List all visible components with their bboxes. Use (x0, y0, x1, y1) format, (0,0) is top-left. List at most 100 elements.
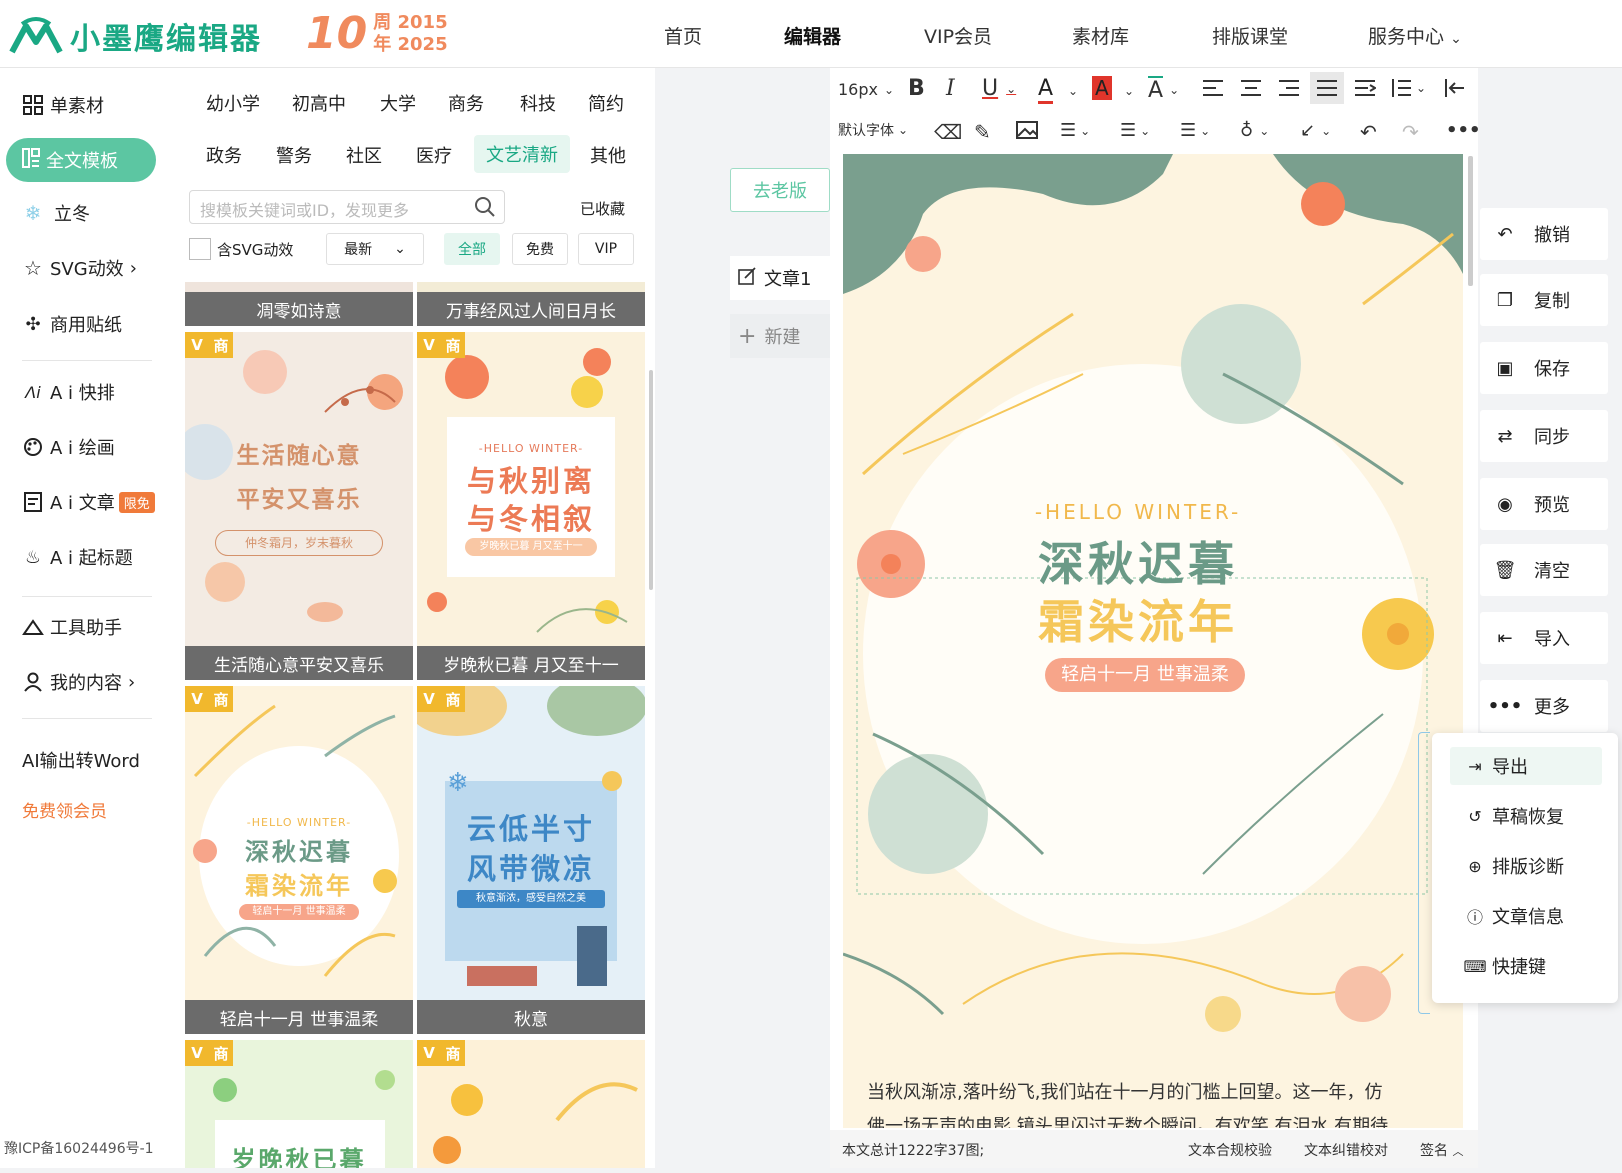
compliance-check-link[interactable]: 文本合规校验 (1188, 1140, 1272, 1160)
category-tab[interactable]: 科技 (520, 90, 556, 116)
menu-item-info[interactable]: ⓘ 文章信息 (1450, 897, 1602, 935)
menu-item-export[interactable]: ⇥ 导出 (1450, 747, 1602, 785)
old-version-button[interactable]: 去老版 (730, 168, 830, 212)
sidebar-item-ai-draw[interactable]: A i 绘画 (22, 432, 115, 462)
redo-icon[interactable]: ↷ (1402, 120, 1419, 144)
document-item[interactable]: 文章1 (730, 256, 830, 300)
category-tab[interactable]: 医疗 (416, 142, 452, 168)
nav-service[interactable]: 服务中心 ⌄ (1368, 22, 1462, 49)
template-caption[interactable]: 秋意 (417, 1000, 645, 1034)
category-tab-active[interactable]: 文艺清新 (474, 135, 570, 173)
more-button[interactable]: ••• 更多 (1480, 680, 1608, 732)
sort-select[interactable]: 最新 ⌄ (326, 233, 424, 265)
nav-vip[interactable]: VIP会员 (924, 22, 992, 49)
image-icon[interactable] (1016, 120, 1038, 140)
menu-item-diagnose[interactable]: ⊕ 排版诊断 (1450, 847, 1602, 885)
chevron-down-icon[interactable]: ⌄ (1068, 84, 1078, 98)
align-justify-icon[interactable] (1310, 72, 1344, 104)
canvas-paragraph-line-1[interactable]: 当秋风渐凉,落叶纷飞,我们站在十一月的门槛上回望。这一年，仿 (867, 1078, 1447, 1104)
sidebar-item-ai-title[interactable]: ♨ A i 起标题 (22, 542, 133, 572)
template-search-input[interactable]: 搜模板关键词或ID，发现更多 (189, 190, 505, 224)
category-tab[interactable]: 商务 (448, 90, 484, 116)
import-button[interactable]: ⇤ 导入 (1480, 612, 1608, 664)
sidebar-item-stickers[interactable]: ✣ 商用贴纸 (22, 309, 122, 339)
template-caption[interactable]: 生活随心意平安又喜乐 (185, 646, 413, 680)
format-brush-icon[interactable]: ✎ (974, 120, 991, 144)
arrow-icon[interactable]: ↙ ⌄ (1300, 120, 1331, 141)
template-card[interactable]: ❄ V商 云低半寸 风带微凉 秋意渐浓，感受自然之美 (417, 686, 645, 1000)
nav-editor[interactable]: 编辑器 (784, 22, 841, 49)
category-tab[interactable]: 社区 (346, 142, 382, 168)
svg-filter-checkbox[interactable]: 含SVG动效 (189, 238, 293, 260)
align-right-icon[interactable] (1278, 78, 1300, 98)
category-tab[interactable]: 初高中 (292, 90, 346, 116)
category-tab[interactable]: 简约 (588, 90, 624, 116)
template-caption[interactable]: 凋零如诗意 (185, 292, 413, 326)
preview-button[interactable]: ◉ 预览 (1480, 478, 1608, 530)
undo-icon[interactable]: ↶ (1360, 120, 1377, 144)
article-canvas[interactable]: -HELLO WINTER- 深秋迟暮 霜染流年 轻启十一月 世事温柔 当秋风渐… (843, 154, 1463, 1128)
template-caption[interactable]: 万事经风过人间日月长 (417, 292, 645, 326)
sidebar-item-tools[interactable]: 工具助手 (22, 612, 122, 642)
menu-item-draft-restore[interactable]: ↺ 草稿恢复 (1450, 797, 1602, 835)
chevron-down-icon[interactable]: ⌄ (1124, 84, 1134, 98)
new-document-button[interactable]: + 新建 (730, 314, 830, 358)
template-card[interactable]: V商 -HELLO WINTER- 深秋迟暮 霜染流年 轻启十一月 世事温柔 (185, 686, 413, 1000)
exit-icon[interactable] (1444, 78, 1466, 98)
sidebar-item-my-content[interactable]: 我的内容 › (22, 667, 135, 697)
eraser-icon[interactable]: ⌫ (934, 120, 962, 144)
category-tab[interactable]: 警务 (276, 142, 312, 168)
sync-button[interactable]: ⇄ 同步 (1480, 410, 1608, 462)
font-color-icon[interactable]: A (1038, 76, 1054, 104)
menu-item-shortcuts[interactable]: ⌨ 快捷键 (1450, 947, 1602, 985)
filter-free[interactable]: 免费 (512, 233, 568, 265)
italic-icon[interactable]: I (946, 76, 955, 101)
signature-toggle[interactable]: 签名 ︿ (1420, 1140, 1463, 1160)
paragraph-spacing-icon[interactable]: ☰ ⌄ (1060, 120, 1090, 141)
font-size-select[interactable]: 16px ⌄ (838, 80, 894, 99)
nav-home[interactable]: 首页 (664, 22, 702, 49)
save-button[interactable]: ▣ 保存 (1480, 342, 1608, 394)
category-tab[interactable]: 幼小学 (206, 90, 260, 116)
filter-all[interactable]: 全部 (444, 233, 500, 265)
sidebar-item-single[interactable]: 单素材 (22, 90, 104, 120)
align-center-icon[interactable] (1240, 78, 1262, 98)
margin-icon[interactable]: ☰ ⌄ (1180, 120, 1210, 141)
divider-icon[interactable]: ☰ ⌄ (1120, 120, 1150, 141)
template-card[interactable]: V商 -HELLO WINTER- 与秋别离 与冬相叙 岁晚秋已暮 月又至十一 (417, 332, 645, 646)
proofread-link[interactable]: 文本纠错校对 (1304, 1140, 1388, 1160)
category-tab[interactable]: 大学 (380, 90, 416, 116)
more-icon[interactable]: ••• (1446, 120, 1481, 141)
template-card[interactable]: V商 岁晚秋已暮 (185, 1040, 413, 1168)
undo-button[interactable]: ↶ 撤销 (1480, 208, 1608, 260)
sidebar-item-svg[interactable]: ☆ SVG动效 › (22, 253, 137, 283)
brand-logo[interactable]: 小墨鹰编辑器 (8, 14, 262, 58)
underline-icon[interactable]: U ⌄ (982, 76, 1016, 101)
icp-record[interactable]: 豫ICP备16024496号-1 (4, 1138, 154, 1158)
template-card[interactable]: V商 生活随心意 平安又喜乐 仲冬霜月，岁末暮秋 (185, 332, 413, 646)
sidebar-item-full-template[interactable]: 全文模板 (6, 138, 156, 182)
category-tab[interactable]: 其他 (590, 142, 626, 168)
text-effect-icon[interactable]: A ⌄ (1148, 76, 1179, 103)
template-caption[interactable]: 轻启十一月 世事温柔 (185, 1000, 413, 1034)
template-caption[interactable]: 岁晚秋已暮 月又至十一 (417, 646, 645, 680)
nav-materials[interactable]: 素材库 (1072, 22, 1129, 49)
template-scrollbar[interactable] (649, 370, 653, 590)
sidebar-item-ai-layout[interactable]: Λi A i 快排 (22, 377, 114, 407)
free-vip-link[interactable]: 免费领会员 (22, 794, 107, 824)
line-height-icon[interactable]: ⌄ (1390, 78, 1426, 98)
sidebar-item-lidong[interactable]: ❄ 立冬 (22, 198, 90, 228)
sidebar-item-ai-word[interactable]: AI输出转Word (22, 745, 140, 775)
align-left-icon[interactable] (1202, 78, 1224, 98)
search-icon[interactable] (474, 196, 496, 222)
lightbulb-icon[interactable]: ♁ ⌄ (1240, 120, 1269, 141)
sidebar-item-ai-article[interactable]: A i 文章 限免 (22, 487, 155, 517)
canvas-scrollbar[interactable] (1468, 156, 1473, 286)
favorites-link[interactable]: 已收藏 (580, 198, 625, 219)
indent-icon[interactable] (1354, 78, 1376, 98)
background-color-icon[interactable]: A (1092, 76, 1112, 100)
template-card[interactable]: V商 (417, 1040, 645, 1168)
canvas-paragraph-line-2[interactable]: 佛一场无声的电影,镜头里闪过无数个瞬间。有欢笑,有泪水,有期待 (867, 1112, 1447, 1128)
clear-button[interactable]: 🗑 清空 (1480, 544, 1608, 596)
filter-vip[interactable]: VIP (578, 233, 634, 265)
